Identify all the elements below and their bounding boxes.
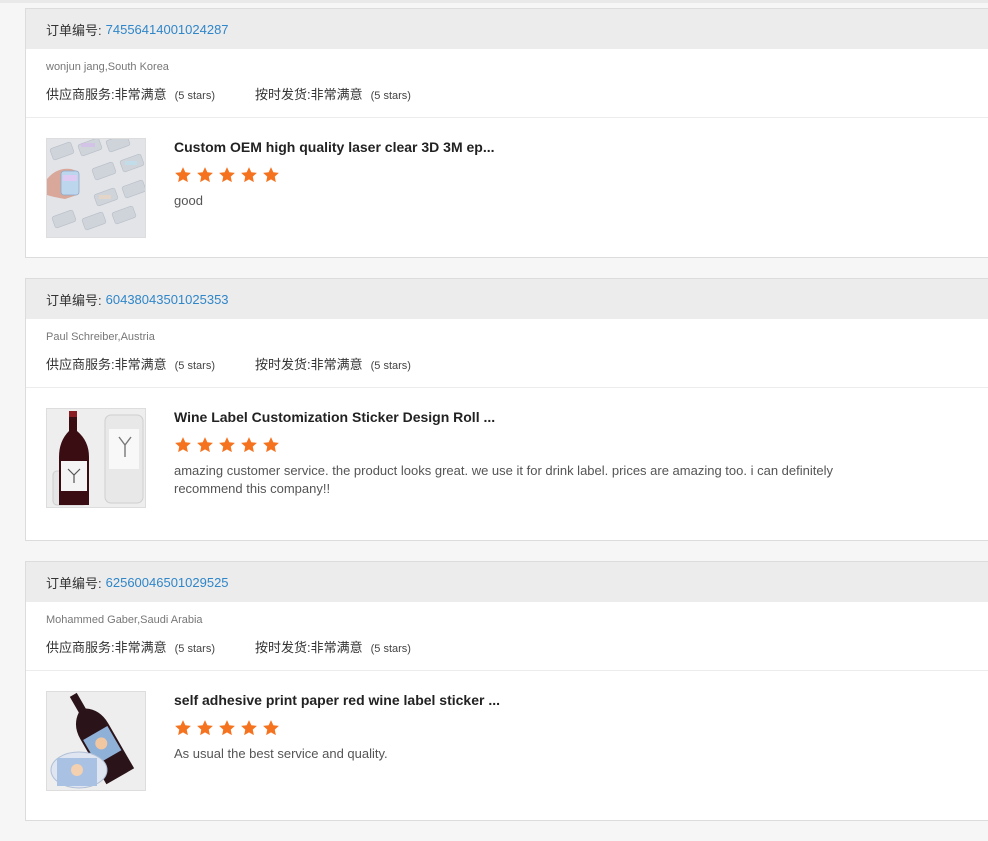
supplier-service-stars: (5 stars) <box>174 643 215 655</box>
star-icon <box>197 720 213 736</box>
star-icon <box>219 437 235 453</box>
ontime-shipping-value: 非常满意 <box>310 87 363 102</box>
ontime-shipping-rating: 按时发货: 非常满意 (5 stars) <box>255 354 411 373</box>
star-icon <box>263 167 279 183</box>
order-number-link[interactable]: 74556414001024287 <box>106 22 229 37</box>
buyer-block: Paul Schreiber,Austria 供应商服务: 非常满意 (5 st… <box>26 319 988 388</box>
product-thumbnail[interactable] <box>46 138 146 238</box>
star-icon <box>263 437 279 453</box>
seller-ratings: 供应商服务: 非常满意 (5 stars) 按时发货: 非常满意 (5 star… <box>46 637 411 656</box>
supplier-service-label: 供应商服务: <box>46 640 115 655</box>
product-info: Custom OEM high quality laser clear 3D 3… <box>174 138 834 210</box>
order-header: 订单编号: 74556414001024287 <box>26 9 988 49</box>
star-icon <box>175 720 191 736</box>
ontime-shipping-label: 按时发货: <box>254 640 311 655</box>
star-icon <box>197 437 213 453</box>
product-title-link[interactable]: Custom OEM high quality laser clear 3D 3… <box>174 138 834 156</box>
supplier-service-value: 非常满意 <box>114 357 167 372</box>
ontime-shipping-label: 按时发货: <box>254 87 311 102</box>
review-comment: good <box>174 193 203 208</box>
ontime-shipping-stars: (5 stars) <box>370 90 411 102</box>
buyer-name: Mohammed Gaber,Saudi Arabia <box>46 614 203 626</box>
review-card: 订单编号: 60438043501025353 Paul Schreiber,A… <box>25 278 988 541</box>
product-thumbnail[interactable] <box>46 691 146 791</box>
star-icon <box>241 167 257 183</box>
star-icon <box>241 720 257 736</box>
rating-stars <box>174 719 834 739</box>
ontime-shipping-value: 非常满意 <box>310 640 363 655</box>
review-card: 订单编号: 74556414001024287 wonjun jang,Sout… <box>25 8 988 258</box>
review-card: 订单编号: 62560046501029525 Mohammed Gaber,S… <box>25 561 988 821</box>
star-icon <box>175 437 191 453</box>
order-number-label: 订单编号: <box>46 575 102 591</box>
supplier-service-stars: (5 stars) <box>174 90 215 102</box>
product-title-link[interactable]: self adhesive print paper red wine label… <box>174 691 834 709</box>
supplier-service-rating: 供应商服务: 非常满意 (5 stars) <box>46 354 215 373</box>
ontime-shipping-value: 非常满意 <box>310 357 363 372</box>
order-number-label: 订单编号: <box>46 22 102 38</box>
seller-ratings: 供应商服务: 非常满意 (5 stars) 按时发货: 非常满意 (5 star… <box>46 354 411 373</box>
supplier-service-value: 非常满意 <box>114 87 167 102</box>
ontime-shipping-stars: (5 stars) <box>370 360 411 372</box>
ontime-shipping-rating: 按时发货: 非常满意 (5 stars) <box>255 84 411 103</box>
rating-stars <box>174 436 834 456</box>
top-divider <box>0 0 988 3</box>
supplier-service-value: 非常满意 <box>114 640 167 655</box>
buyer-block: Mohammed Gaber,Saudi Arabia 供应商服务: 非常满意 … <box>26 602 988 671</box>
seller-ratings: 供应商服务: 非常满意 (5 stars) 按时发货: 非常满意 (5 star… <box>46 84 411 103</box>
buyer-block: wonjun jang,South Korea 供应商服务: 非常满意 (5 s… <box>26 49 988 118</box>
review-list: 订单编号: 74556414001024287 wonjun jang,Sout… <box>25 8 988 841</box>
buyer-name: wonjun jang,South Korea <box>46 61 169 73</box>
star-icon <box>263 720 279 736</box>
star-icon <box>197 167 213 183</box>
supplier-service-rating: 供应商服务: 非常满意 (5 stars) <box>46 84 215 103</box>
supplier-service-stars: (5 stars) <box>174 360 215 372</box>
star-icon <box>175 167 191 183</box>
ontime-shipping-stars: (5 stars) <box>370 643 411 655</box>
order-number-link[interactable]: 60438043501025353 <box>106 292 229 307</box>
ontime-shipping-label: 按时发货: <box>254 357 311 372</box>
product-title-link[interactable]: Wine Label Customization Sticker Design … <box>174 408 834 426</box>
order-header: 订单编号: 62560046501029525 <box>26 562 988 602</box>
review-comment: As usual the best service and quality. <box>174 746 388 761</box>
order-number-link[interactable]: 62560046501029525 <box>106 575 229 590</box>
supplier-service-label: 供应商服务: <box>46 357 115 372</box>
order-number-label: 订单编号: <box>46 292 102 308</box>
star-icon <box>219 167 235 183</box>
star-icon <box>219 720 235 736</box>
product-info: self adhesive print paper red wine label… <box>174 691 834 763</box>
supplier-service-rating: 供应商服务: 非常满意 (5 stars) <box>46 637 215 656</box>
order-header: 订单编号: 60438043501025353 <box>26 279 988 319</box>
product-thumbnail[interactable] <box>46 408 146 508</box>
buyer-name: Paul Schreiber,Austria <box>46 331 155 343</box>
product-info: Wine Label Customization Sticker Design … <box>174 408 834 498</box>
rating-stars <box>174 166 834 186</box>
star-icon <box>241 437 257 453</box>
ontime-shipping-rating: 按时发货: 非常满意 (5 stars) <box>255 637 411 656</box>
supplier-service-label: 供应商服务: <box>46 87 115 102</box>
review-comment: amazing customer service. the product lo… <box>174 463 833 496</box>
